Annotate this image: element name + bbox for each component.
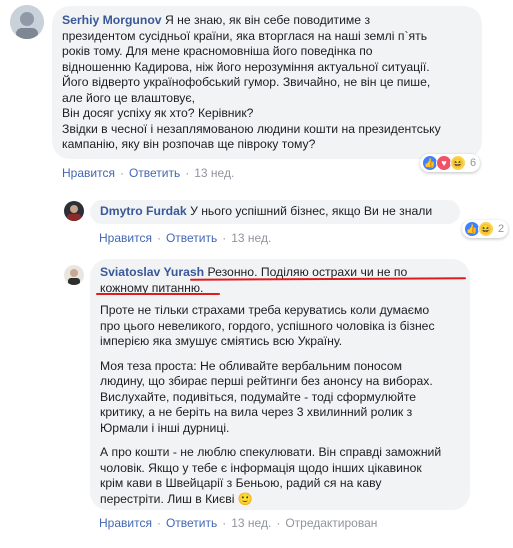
comment-text: Моя теза проста: Не обливайте вербальним…	[100, 358, 403, 373]
comment-text: але його це влаштовує,	[62, 90, 195, 105]
comment-bubble: Serhiy Morgunov Я не знаю, як він себе п…	[52, 6, 482, 159]
comment-actions: Нравится · Ответить · 13 нед.	[99, 231, 272, 245]
author-name[interactable]: Dmytro Furdak	[100, 204, 187, 218]
edited-label[interactable]: Отредактирован	[285, 516, 377, 530]
comment-bubble: Dmytro Furdak У нього успішний бізнес, я…	[90, 200, 460, 224]
reactions-summary[interactable]: 👍 😆 2	[462, 220, 509, 238]
reply-button[interactable]: Ответить	[166, 516, 217, 530]
comment-text: президентом сусідньої країни, яка вторгл…	[62, 28, 428, 43]
haha-icon: 😆	[478, 221, 494, 237]
avatar-dmytro[interactable]	[64, 201, 84, 221]
comment-text: Його відверто українофобський гумор. Зви…	[62, 75, 431, 89]
red-underline	[96, 293, 220, 295]
like-button[interactable]: Нравится	[99, 516, 152, 530]
author-name[interactable]: Serhiy Morgunov	[62, 13, 162, 27]
reaction-count: 2	[498, 223, 505, 235]
like-button[interactable]: Нравится	[99, 231, 152, 245]
comment-text: років тому. Для мене красномовніша його …	[62, 44, 373, 58]
reply-button[interactable]: Ответить	[129, 166, 180, 180]
comment-text: крім кави в Швейцарії з Беньою, радий ся…	[100, 476, 382, 490]
timestamp[interactable]: 13 нед.	[231, 231, 271, 245]
like-button[interactable]: Нравится	[62, 166, 115, 180]
comment-text: Вислухайте, подивіться, подумайте - тоді…	[100, 389, 417, 404]
comment-text: критику, а не беріть на вила через 3 хви…	[100, 405, 413, 419]
smile-emoji-icon: 🙂	[237, 491, 253, 506]
comment-text: Звідки в чесної і незаплямованою людини …	[62, 121, 441, 136]
haha-icon: 😆	[450, 155, 466, 171]
comment-bubble: Sviatoslav Yurash Резонно. Поділяю остра…	[90, 259, 470, 510]
comment-actions: Нравится · Ответить · 13 нед.	[62, 166, 235, 180]
comment-text: імперією яка змушує сміятись всю Україну…	[100, 334, 343, 348]
reactions-summary[interactable]: 👍 ♥ 😆 6	[420, 154, 481, 172]
comment-text: чоловік. Якщо у тебе є інформація щодо і…	[100, 460, 422, 475]
comment-text: відношенню Кадирова, ніж його нерозумінн…	[62, 59, 430, 74]
comment-actions: Нравится · Ответить · 13 нед. · Отредактирован	[99, 516, 378, 530]
comment-text: Юрмали і інші дурниці.	[100, 420, 230, 435]
comment-text: У нього успішний бізнес, якщо Ви не знал…	[190, 204, 433, 218]
avatar-sviatoslav[interactable]	[64, 265, 84, 285]
timestamp[interactable]: 13 нед.	[231, 516, 271, 530]
comment-text: про цього невеликого, гордого, успішного…	[100, 318, 435, 333]
comment-text: Я не знаю, як він себе поводитиме з	[164, 13, 371, 27]
avatar-serhiy[interactable]	[10, 5, 44, 39]
timestamp[interactable]: 13 нед.	[194, 166, 234, 180]
comment-text: А про кошти - не люблю спекулювати. Він …	[100, 445, 442, 459]
comment-text: Проте не тільки страхами треба керуватис…	[100, 303, 430, 317]
reaction-count: 6	[470, 157, 477, 169]
comment-text: перестріти. Лиш в Києві	[100, 491, 235, 506]
reply-button[interactable]: Ответить	[166, 231, 217, 245]
comment-text: кампанію, яку він розпочав ще півроку то…	[62, 137, 316, 151]
comment-text: Він досяг успіху як хто? Керівник?	[62, 106, 254, 120]
comment-text: людину, що збирає перші рейтинги без ано…	[100, 374, 433, 388]
author-name[interactable]: Sviatoslav Yurash	[100, 265, 204, 279]
